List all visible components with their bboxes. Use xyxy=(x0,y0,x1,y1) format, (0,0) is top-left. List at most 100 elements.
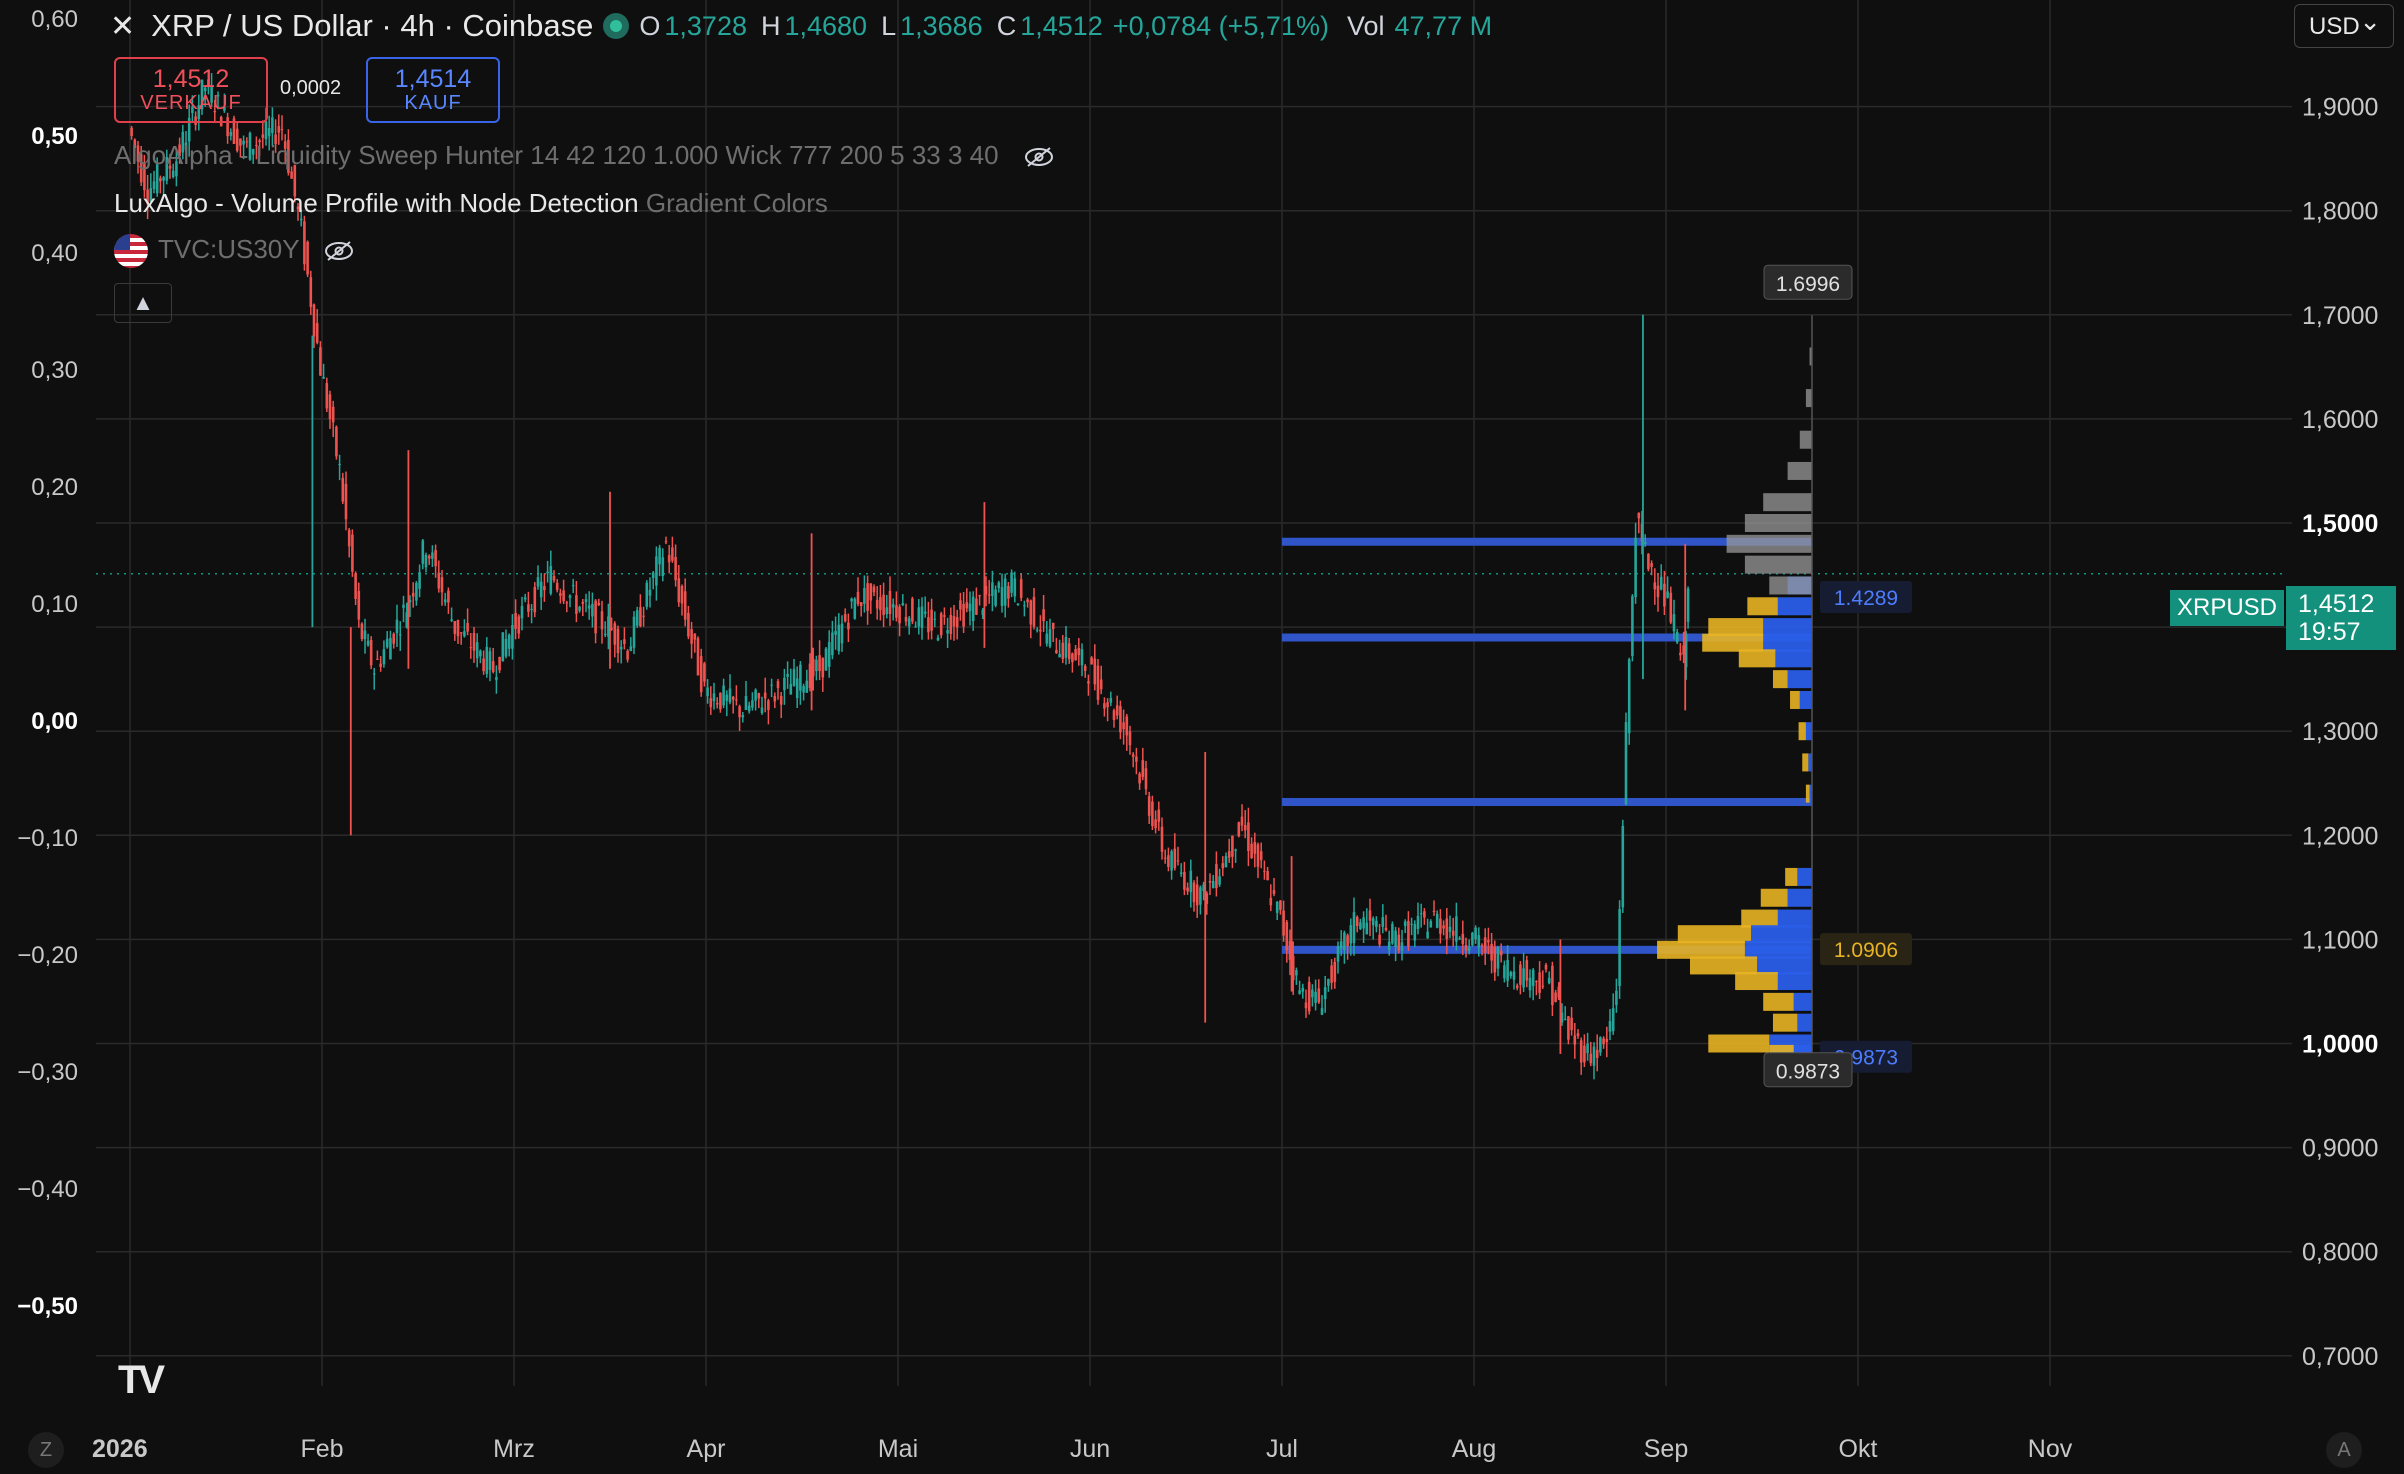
candle-body xyxy=(1131,754,1135,757)
candle-body xyxy=(1586,1043,1589,1054)
candle-body xyxy=(1362,917,1365,929)
candle-body xyxy=(1275,901,1279,913)
candle-body xyxy=(1634,537,1637,598)
candle-body xyxy=(1023,605,1026,607)
candle-body xyxy=(709,698,713,708)
volume-profile-bar xyxy=(1798,722,1806,741)
spread-value: 0,0002 xyxy=(280,77,342,99)
candle-body xyxy=(536,577,540,587)
candle-body xyxy=(1253,842,1257,854)
candle-body xyxy=(818,655,821,672)
eye-hidden-icon[interactable] xyxy=(324,240,354,262)
candle-body xyxy=(290,171,293,179)
candle-body xyxy=(1451,930,1455,936)
indicator-label: TVC:US30Y xyxy=(158,234,300,264)
candle-body xyxy=(623,639,626,644)
sell-button[interactable]: 1,4512 VERKAUF xyxy=(114,57,268,123)
volume-profile-bar xyxy=(1763,493,1812,512)
candle-body xyxy=(1039,629,1042,632)
candle-body xyxy=(1135,756,1138,762)
candle-body xyxy=(597,602,601,606)
candle-body xyxy=(1608,1021,1612,1032)
candle-body xyxy=(1003,578,1007,606)
candle-body xyxy=(955,617,959,628)
indicator-liquidity-sweep[interactable]: AlgoAlpha - Liquidity Sweep Hunter 14 42… xyxy=(114,140,1054,171)
close-icon[interactable]: ✕ xyxy=(110,9,135,44)
candle-body xyxy=(1506,959,1509,981)
candle-body xyxy=(520,606,524,619)
candle-body xyxy=(1448,926,1452,932)
candle-body xyxy=(965,602,969,609)
candle-body xyxy=(264,121,268,140)
candle-body xyxy=(1064,636,1068,658)
candle-body xyxy=(1122,722,1125,730)
candle-body xyxy=(437,572,441,589)
candle-body xyxy=(879,597,882,611)
ohlc-values: O 1,3728 H 1,4680 L 1,3686 C 1,4512 xyxy=(639,11,1102,42)
volume-profile-bar xyxy=(1799,430,1812,449)
candle-body xyxy=(1503,965,1506,979)
time-axis-tick: Sep xyxy=(1644,1435,1688,1463)
candle-body xyxy=(482,658,485,672)
candle-body xyxy=(1256,844,1260,867)
candle-body xyxy=(1490,943,1493,961)
volume-profile-bar xyxy=(1787,888,1812,907)
price-chart[interactable]: 1,90001,80001,70001,60001,50001,40001,30… xyxy=(0,0,2404,1474)
eye-hidden-icon[interactable] xyxy=(1024,146,1054,168)
candle-body xyxy=(1179,872,1183,874)
candle-body xyxy=(664,541,668,543)
price-axis-tick: 1,3000 xyxy=(2302,718,2378,746)
zoom-icon[interactable]: Z xyxy=(28,1432,64,1468)
candle-body xyxy=(843,614,847,622)
candle-body xyxy=(1567,1016,1570,1040)
indicator-us30y[interactable]: TVC:US30Y xyxy=(114,234,354,269)
candle-body xyxy=(648,589,652,596)
volume-profile-bar xyxy=(1763,633,1812,652)
candle-body xyxy=(1227,851,1231,858)
price-axis-tick: 0,9000 xyxy=(2302,1135,2378,1163)
candle-body xyxy=(1215,864,1218,889)
volume-profile-bar xyxy=(1772,670,1788,689)
candle-body xyxy=(671,547,674,561)
candle-body xyxy=(863,588,866,604)
tradingview-logo[interactable]: TV xyxy=(118,1358,165,1403)
candle-body xyxy=(1442,925,1445,929)
candle-body xyxy=(831,632,834,656)
volume-profile-bar xyxy=(1657,940,1745,959)
candle-body xyxy=(363,630,367,640)
candle-body xyxy=(1099,679,1103,690)
candle-body xyxy=(779,696,783,705)
volume-profile-bar xyxy=(1744,940,1812,959)
collapse-indicators-button[interactable]: ▲ xyxy=(114,283,172,323)
candle-body xyxy=(1339,941,1343,949)
candle-body xyxy=(824,648,828,671)
volume-profile-bar xyxy=(1760,888,1788,907)
candle-body xyxy=(939,613,943,636)
candle-body xyxy=(1496,947,1500,969)
candle-body xyxy=(891,604,895,608)
candle-body xyxy=(501,632,505,662)
auto-scale-icon[interactable]: A xyxy=(2326,1432,2362,1468)
candle-body xyxy=(959,600,962,610)
candle-body xyxy=(1538,972,1541,993)
symbol-title[interactable]: XRP / US Dollar · 4h · Coinbase xyxy=(151,8,593,44)
candle-body xyxy=(1080,649,1084,666)
candle-body xyxy=(850,598,853,602)
candle-body xyxy=(533,587,537,613)
buy-label: KAUF xyxy=(404,91,462,114)
candle-body xyxy=(1663,583,1666,607)
volume-profile-bar xyxy=(1769,576,1812,595)
candle-body xyxy=(667,555,671,563)
candle-body xyxy=(805,680,809,693)
currency-select[interactable]: USD xyxy=(2294,0,2394,48)
candle-body xyxy=(1400,942,1404,951)
candle-body xyxy=(914,626,917,628)
candle-body xyxy=(584,599,588,602)
candle-body xyxy=(719,692,722,710)
volume-profile-bar xyxy=(1799,690,1812,709)
candle-body xyxy=(1371,918,1375,926)
buy-button[interactable]: 1,4514 KAUF xyxy=(366,57,500,123)
candle-body xyxy=(1007,586,1010,599)
bar-countdown: 19:57 xyxy=(2298,618,2361,646)
indicator-volume-profile[interactable]: LuxAlgo - Volume Profile with Node Detec… xyxy=(114,188,828,219)
